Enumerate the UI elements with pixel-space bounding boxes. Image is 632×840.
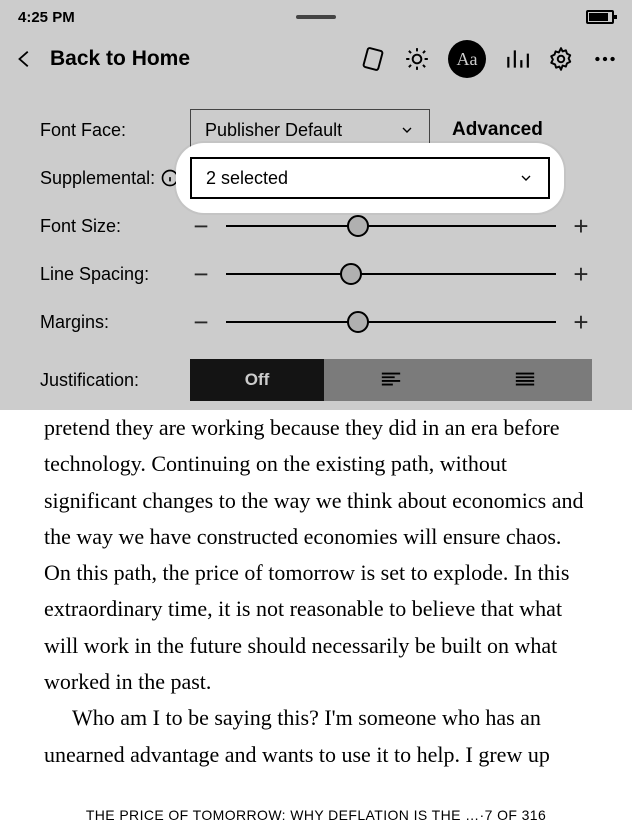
- chevron-down-icon: [399, 122, 415, 138]
- paragraph: Who am I to be saying this? I'm someone …: [44, 700, 588, 773]
- rotate-icon[interactable]: [360, 46, 386, 72]
- gear-icon[interactable]: [548, 46, 574, 72]
- book-title: THE PRICE OF TOMORROW: WHY DEFLATION IS …: [86, 807, 480, 823]
- reading-content: pretend they are working because they di…: [0, 410, 632, 790]
- status-bar: 4:25 PM: [0, 0, 632, 34]
- footer: THE PRICE OF TOMORROW: WHY DEFLATION IS …: [0, 790, 632, 840]
- battery-icon: [586, 10, 614, 24]
- margins-minus[interactable]: −: [190, 309, 212, 335]
- font-size-minus[interactable]: −: [190, 213, 212, 239]
- supplemental-select[interactable]: 2 selected: [190, 157, 550, 199]
- line-spacing-plus[interactable]: +: [570, 261, 592, 287]
- page-indicator: 7 OF 316: [485, 807, 547, 823]
- line-spacing-slider[interactable]: [226, 262, 556, 286]
- font-size-plus[interactable]: +: [570, 213, 592, 239]
- font-settings-panel: Font Face: Publisher Default Advanced Su…: [0, 84, 632, 426]
- line-spacing-label: Line Spacing:: [40, 264, 190, 285]
- stats-icon[interactable]: [504, 46, 530, 72]
- font-face-value: Publisher Default: [205, 120, 342, 141]
- font-size-slider[interactable]: [226, 214, 556, 238]
- justification-off[interactable]: Off: [190, 359, 324, 401]
- chevron-down-icon: [518, 170, 534, 186]
- top-bar: Back to Home Aa: [0, 34, 632, 84]
- brightness-icon[interactable]: [404, 46, 430, 72]
- margins-label: Margins:: [40, 312, 190, 333]
- drag-handle[interactable]: [296, 15, 336, 19]
- margins-plus[interactable]: +: [570, 309, 592, 335]
- advanced-link[interactable]: Advanced: [452, 119, 543, 141]
- font-face-label: Font Face:: [40, 120, 190, 141]
- margins-slider[interactable]: [226, 310, 556, 334]
- back-to-home-link[interactable]: Back to Home: [50, 47, 190, 71]
- justification-label: Justification:: [40, 370, 190, 391]
- back-arrow-icon[interactable]: [14, 48, 36, 70]
- supplemental-label: Supplemental:: [40, 168, 166, 189]
- supplemental-value: 2 selected: [206, 168, 288, 189]
- paragraph: pretend they are working because they di…: [44, 410, 588, 700]
- line-spacing-minus[interactable]: −: [190, 261, 212, 287]
- more-icon[interactable]: [592, 46, 618, 72]
- font-settings-icon[interactable]: Aa: [448, 40, 486, 78]
- justification-segmented: Off: [190, 359, 592, 401]
- justification-left[interactable]: [324, 359, 458, 401]
- font-size-label: Font Size:: [40, 216, 190, 237]
- status-time: 4:25 PM: [18, 9, 75, 26]
- justification-full[interactable]: [458, 359, 592, 401]
